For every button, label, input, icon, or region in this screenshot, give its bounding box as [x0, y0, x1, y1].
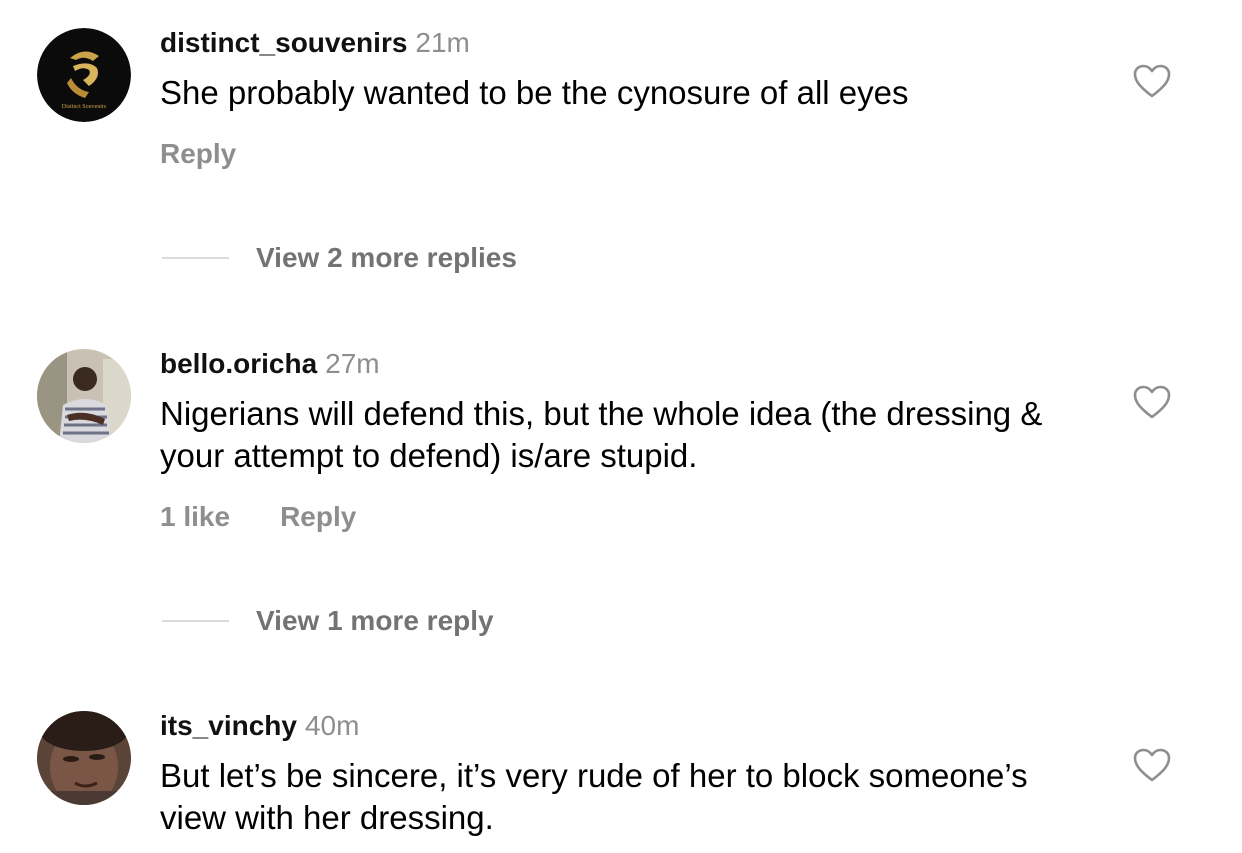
timestamp: 27m — [325, 348, 380, 379]
avatar[interactable] — [37, 711, 131, 805]
timestamp: 40m — [304, 710, 360, 741]
view-replies-label[interactable]: View 1 more reply — [256, 604, 494, 638]
timestamp: 21m — [415, 27, 470, 58]
avatar[interactable]: Distinct Souvenirs — [37, 28, 131, 122]
replies-divider — [162, 257, 229, 259]
comment-actions: 1 like Reply — [160, 500, 356, 534]
username[interactable]: its_vinchy — [160, 710, 297, 741]
comment-text: But let’s be sincere, it’s very rude of … — [160, 757, 1028, 836]
comment-header: its_vinchy 40m — [160, 709, 359, 743]
user-photo-icon — [37, 711, 131, 805]
user-photo-icon — [37, 349, 131, 443]
like-count[interactable]: 1 like — [160, 501, 230, 532]
logo-wordmark: Distinct Souvenirs — [62, 104, 107, 110]
username[interactable]: bello.oricha — [160, 348, 317, 379]
like-heart-icon[interactable] — [1132, 384, 1172, 420]
distinct-souvenirs-logo-icon: Distinct Souvenirs — [37, 28, 131, 122]
like-heart-icon[interactable] — [1132, 63, 1172, 99]
comment-header: distinct_souvenirs 21m — [160, 26, 470, 60]
comment-header: bello.oricha 27m — [160, 347, 380, 381]
reply-button[interactable]: Reply — [160, 138, 236, 169]
reply-button[interactable]: Reply — [280, 501, 356, 532]
comment-actions: Reply — [160, 137, 236, 171]
username[interactable]: distinct_souvenirs — [160, 27, 407, 58]
view-replies-label[interactable]: View 2 more replies — [256, 241, 517, 275]
avatar[interactable] — [37, 349, 131, 443]
like-heart-icon[interactable] — [1132, 747, 1172, 783]
comment-text: She probably wanted to be the cynosure o… — [160, 74, 909, 111]
comment-text: Nigerians will defend this, but the whol… — [160, 395, 1043, 474]
replies-divider — [162, 620, 229, 622]
